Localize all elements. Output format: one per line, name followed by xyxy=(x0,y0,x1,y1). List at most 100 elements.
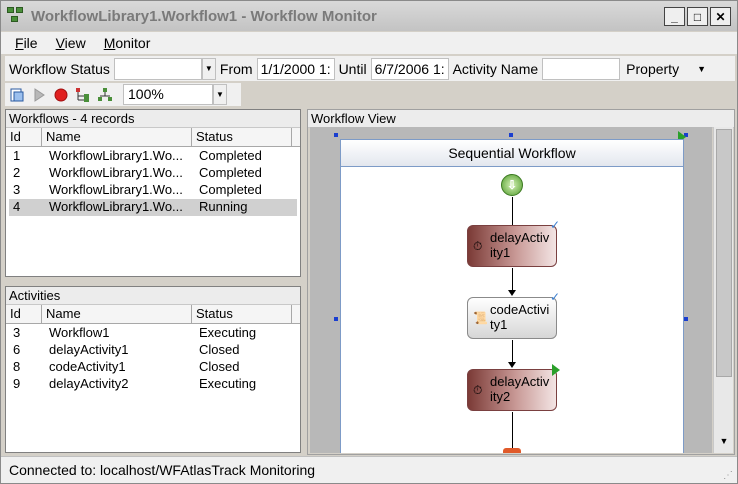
table-row[interactable]: 3 WorkflowLibrary1.Wo... Completed xyxy=(9,182,297,199)
maximize-button[interactable]: □ xyxy=(687,7,708,26)
menu-bar: File View Monitor xyxy=(1,32,737,54)
cell-status: Executing xyxy=(199,325,257,340)
activity-label-line1: delayActiv xyxy=(490,374,550,389)
cell-status: Completed xyxy=(199,148,262,163)
delay-activity-1[interactable]: ⏱ delayActiv ity1 ✓ xyxy=(467,218,560,267)
table-row[interactable]: 3 Workflow1 Executing xyxy=(9,325,297,342)
table-row-selected[interactable]: 4 WorkflowLibrary1.Wo... Running xyxy=(9,199,297,216)
activity-label-line1: codeActivi xyxy=(490,302,550,317)
settings-icon[interactable] xyxy=(9,87,25,103)
activity-name-field[interactable] xyxy=(542,57,621,80)
column-name[interactable]: Name xyxy=(42,305,192,323)
title-bar: WorkflowLibrary1.Workflow1 - Workflow Mo… xyxy=(1,1,737,31)
column-name[interactable]: Name xyxy=(42,128,192,146)
arrow-down-icon xyxy=(508,362,516,368)
scrollbar-thumb[interactable] xyxy=(716,129,732,377)
close-button[interactable]: ✕ xyxy=(710,7,731,26)
zoom-combo: 100% ▼ xyxy=(123,84,227,105)
cell-id: 2 xyxy=(13,165,21,180)
cell-status: Completed xyxy=(199,165,262,180)
cell-name: delayActivity2 xyxy=(49,376,129,391)
cell-status: Executing xyxy=(199,376,257,391)
workflow-status-combo[interactable] xyxy=(113,57,202,80)
column-status[interactable]: Status xyxy=(192,305,292,323)
cell-status: Completed xyxy=(199,182,262,197)
app-icon xyxy=(7,7,25,25)
timer-icon: ⏱ xyxy=(473,239,483,253)
vertical-scrollbar[interactable]: ▼ xyxy=(713,127,733,453)
until-label: Until xyxy=(338,60,367,77)
menu-view[interactable]: View xyxy=(56,35,86,51)
start-icon: ⇩ xyxy=(501,174,523,196)
cell-name: WorkflowLibrary1.Wo... xyxy=(49,199,183,214)
cell-name: WorkflowLibrary1.Wo... xyxy=(49,148,183,163)
activities-panel-header: Activities xyxy=(6,287,300,305)
activities-list: 3 Workflow1 Executing 6 delayActivity1 C… xyxy=(6,324,300,393)
cell-id: 6 xyxy=(13,342,21,357)
expand-tree-icon[interactable] xyxy=(97,87,113,103)
window-title: WorkflowLibrary1.Workflow1 - Workflow Mo… xyxy=(31,7,377,25)
cell-name: Workflow1 xyxy=(49,325,110,340)
checkmark-icon: ✓ xyxy=(549,218,560,232)
activities-panel: Activities Id Name Status 3 Workflow1 Ex… xyxy=(5,286,301,453)
play-icon[interactable] xyxy=(31,87,47,103)
workflow-designer-canvas[interactable]: Sequential Workflow ⇩ ⏱ delayActiv ity1 … xyxy=(310,127,712,453)
cell-id: 1 xyxy=(13,148,21,163)
connector-line xyxy=(512,412,513,448)
arrow-down-icon xyxy=(508,290,516,296)
workflows-panel: Workflows - 4 records Id Name Status 1 W… xyxy=(5,109,301,277)
collapse-tree-icon[interactable] xyxy=(75,87,91,103)
activity-label-line2: ity1 xyxy=(490,245,511,260)
column-id[interactable]: Id xyxy=(6,128,42,146)
toolbar-overflow-icon[interactable]: ▼ xyxy=(697,64,706,74)
cell-name: WorkflowLibrary1.Wo... xyxy=(49,182,183,197)
table-row[interactable]: 6 delayActivity1 Closed xyxy=(9,342,297,359)
cell-id: 4 xyxy=(13,199,21,214)
cell-name: WorkflowLibrary1.Wo... xyxy=(49,165,183,180)
resize-grip-icon[interactable]: ⋰ xyxy=(723,470,733,481)
table-row[interactable]: 8 codeActivity1 Closed xyxy=(9,359,297,376)
activity-name-label: Activity Name xyxy=(452,60,539,77)
code-activity-1[interactable]: 📜 codeActivi ty1 ✓ xyxy=(467,290,560,339)
menu-file[interactable]: File xyxy=(15,35,38,51)
activities-column-header: Id Name Status xyxy=(6,305,300,324)
scroll-down-icon[interactable]: ▼ xyxy=(716,433,732,449)
column-id[interactable]: Id xyxy=(6,305,42,323)
minimize-button[interactable]: _ xyxy=(664,7,685,26)
workflows-panel-header: Workflows - 4 records xyxy=(6,110,300,128)
zoom-value[interactable]: 100% xyxy=(123,84,213,105)
table-row[interactable]: 9 delayActivity2 Executing xyxy=(9,376,297,393)
cell-id: 3 xyxy=(13,325,21,340)
connector-line xyxy=(512,197,513,225)
status-text: Connected to: localhost/WFAtlasTrack Mon… xyxy=(9,462,316,478)
connector-line xyxy=(512,268,513,290)
workflow-title: Sequential Workflow xyxy=(341,140,683,167)
chevron-down-icon[interactable]: ▼ xyxy=(201,57,216,80)
workflow-view-header: Workflow View xyxy=(308,110,734,128)
cell-status: Closed xyxy=(199,342,240,357)
chevron-down-icon[interactable]: ▼ xyxy=(213,84,227,105)
running-flag-icon xyxy=(552,364,560,376)
workflow-status-label: Workflow Status xyxy=(9,60,110,77)
from-label: From xyxy=(219,60,253,77)
cell-name: codeActivity1 xyxy=(49,359,126,374)
filter-bar: Workflow Status ▼ From 1/1/2000 1: Until… xyxy=(5,56,735,81)
until-date-field[interactable]: 6/7/2006 1: xyxy=(370,57,449,80)
cell-name: delayActivity1 xyxy=(49,342,129,357)
workflows-column-header: Id Name Status xyxy=(6,128,300,147)
connector-line xyxy=(512,340,513,362)
status-bar: Connected to: localhost/WFAtlasTrack Mon… xyxy=(1,456,737,483)
column-status[interactable]: Status xyxy=(192,128,292,146)
delay-activity-2[interactable]: ⏱ delayActiv ity2 xyxy=(467,364,560,411)
cell-id: 8 xyxy=(13,359,21,374)
menu-monitor[interactable]: Monitor xyxy=(104,35,151,51)
timer-icon: ⏱ xyxy=(473,383,483,397)
from-date-field[interactable]: 1/1/2000 1: xyxy=(256,57,335,80)
stop-icon[interactable] xyxy=(53,87,69,103)
table-row[interactable]: 2 WorkflowLibrary1.Wo... Completed xyxy=(9,165,297,182)
cell-status: Closed xyxy=(199,359,240,374)
checkmark-icon: ✓ xyxy=(549,290,560,304)
activity-label-line2: ty1 xyxy=(490,317,508,332)
sequential-workflow-container[interactable]: Sequential Workflow ⇩ ⏱ delayActiv ity1 … xyxy=(340,139,684,453)
table-row[interactable]: 1 WorkflowLibrary1.Wo... Completed xyxy=(9,148,297,165)
